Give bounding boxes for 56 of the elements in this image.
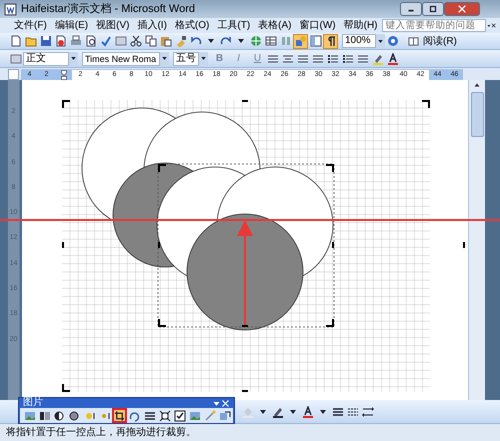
table-icon[interactable] — [263, 34, 278, 48]
arrow-style-icon[interactable] — [360, 404, 375, 419]
crop-handle[interactable] — [332, 242, 334, 248]
menu-item[interactable]: 窗口(W) — [296, 18, 340, 33]
canvas-handle[interactable] — [62, 242, 64, 248]
read-button[interactable]: 阅读(R) — [408, 34, 457, 48]
crop-handle[interactable] — [326, 164, 334, 172]
canvas-handle[interactable] — [463, 242, 465, 248]
maximize-button[interactable] — [422, 2, 444, 16]
close-button[interactable] — [444, 2, 480, 16]
show-hide-icon[interactable] — [323, 34, 338, 48]
menu-item[interactable]: 编辑(E) — [50, 18, 92, 33]
zoom-field[interactable]: 100% — [342, 34, 376, 48]
canvas-handle[interactable] — [242, 390, 248, 392]
menu-item[interactable]: 插入(I) — [133, 18, 171, 33]
copy-icon[interactable] — [143, 34, 158, 48]
scrollbar[interactable] — [468, 80, 485, 400]
canvas-handle[interactable] — [422, 100, 430, 108]
scroll-thumb[interactable] — [470, 92, 484, 137]
book-icon[interactable] — [408, 36, 419, 46]
document-icon — [4, 2, 17, 16]
menu-item[interactable]: 工具(T) — [213, 18, 254, 33]
minimize-button[interactable] — [400, 2, 422, 16]
canvas-handle[interactable] — [62, 100, 70, 108]
crop-icon[interactable] — [112, 408, 127, 423]
help-icon[interactable] — [385, 34, 400, 48]
help-search-field[interactable]: 键入需要帮助的问题 — [382, 19, 486, 32]
menu-item[interactable]: 表格(A) — [254, 18, 296, 33]
menu-item[interactable]: 格式(O) — [170, 18, 214, 33]
canvas-handle[interactable] — [242, 100, 248, 102]
status-text: 将指针置于任一控点上，再拖动进行裁剪。 — [0, 423, 500, 441]
style-field[interactable]: 正文 — [23, 52, 69, 66]
close-icon[interactable] — [221, 398, 230, 408]
crop-handle[interactable] — [158, 164, 166, 172]
crop-handle[interactable] — [158, 319, 166, 327]
document-map-icon[interactable] — [308, 34, 323, 48]
canvas-handle[interactable] — [62, 384, 70, 392]
font-size-field[interactable]: 五号 — [173, 52, 199, 66]
maximize-icon[interactable] — [428, 4, 438, 14]
font-color-icon[interactable] — [385, 51, 400, 66]
toolbar-title: 图片 — [23, 398, 44, 408]
menu-item[interactable]: 帮助(H) — [340, 18, 382, 33]
drawing-icon[interactable] — [293, 34, 308, 48]
tab-selector[interactable] — [8, 68, 19, 80]
window-title: Haifeistar演示文档 - Microsoft Word — [21, 2, 196, 17]
crop-handle[interactable] — [326, 319, 334, 327]
menu-item[interactable]: 视图(V) — [92, 18, 134, 33]
close-icon[interactable] — [491, 21, 497, 30]
indent-marker-icon[interactable] — [58, 70, 68, 80]
save-icon[interactable] — [38, 34, 53, 48]
font-field[interactable]: Times New Roma — [82, 52, 160, 66]
menu-item[interactable]: 文件(F) — [10, 18, 51, 33]
font-color-icon[interactable] — [300, 404, 315, 419]
cut-icon[interactable] — [128, 34, 143, 48]
crop-handle[interactable] — [242, 325, 248, 327]
crop-handle[interactable] — [158, 242, 160, 248]
